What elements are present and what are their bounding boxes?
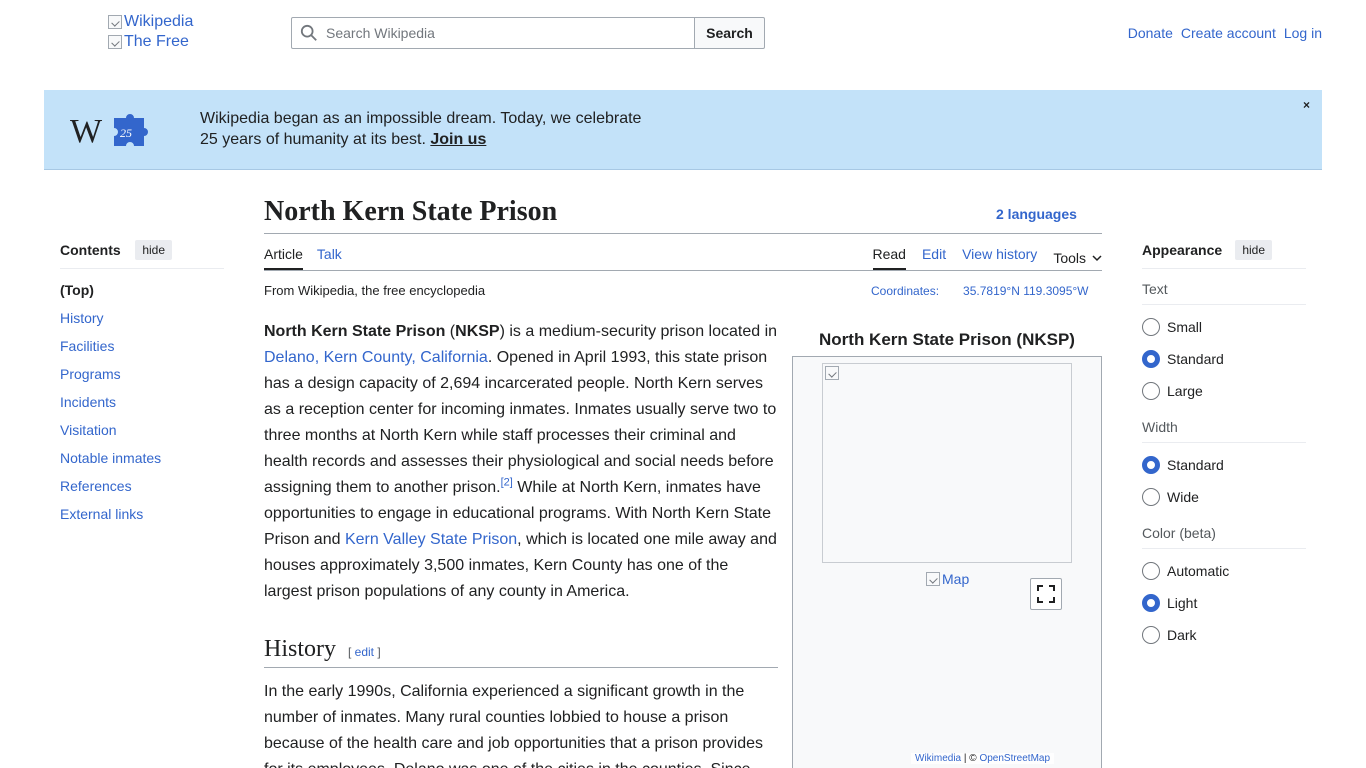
radio-selected-icon[interactable] bbox=[1142, 350, 1160, 368]
appearance-option[interactable]: Dark bbox=[1142, 619, 1306, 651]
appearance-option[interactable]: Small bbox=[1142, 311, 1306, 343]
appearance-option-label: Wide bbox=[1167, 489, 1199, 505]
appearance-option-label: Dark bbox=[1167, 627, 1197, 643]
broken-image-icon bbox=[108, 15, 122, 29]
broken-image-icon bbox=[825, 366, 839, 380]
appearance-groups: Text Small Standard Large Width Standard Wide C… bbox=[1142, 269, 1306, 651]
kern-valley-state-prison-link[interactable]: Kern Valley State Prison bbox=[345, 531, 517, 548]
tagline-alt: The Free bbox=[108, 32, 218, 52]
coordinates-label: Coordinates: bbox=[871, 284, 940, 298]
tab-edit[interactable]: Edit bbox=[922, 246, 946, 270]
appearance-option[interactable]: Wide bbox=[1142, 481, 1306, 513]
radio-icon[interactable] bbox=[1142, 626, 1160, 644]
appearance-title: Appearance bbox=[1142, 242, 1223, 258]
toc-item-programs[interactable]: Programs bbox=[60, 365, 224, 393]
namespace-tabs: Article Talk bbox=[264, 246, 342, 270]
coordinates-value[interactable]: 35.7819°N 119.3095°W bbox=[963, 284, 1088, 298]
appearance-option-label: Standard bbox=[1167, 351, 1224, 367]
appearance-hide-button[interactable]: hide bbox=[1235, 240, 1272, 260]
search-icon bbox=[300, 24, 317, 41]
infobox: Map Wikimedia | © OpenStreetMap bbox=[792, 356, 1102, 768]
toc-item-visitation[interactable]: Visitation bbox=[60, 421, 224, 449]
map-attribution: Wikimedia | © OpenStreetMap bbox=[911, 753, 1055, 764]
toc-item-external-links[interactable]: External links bbox=[60, 505, 224, 533]
broken-image-icon bbox=[108, 35, 122, 49]
create-account-link[interactable]: Create account bbox=[1181, 25, 1276, 41]
appearance-panel: Appearance hide Text Small Standard Large Wi… bbox=[1142, 240, 1306, 651]
tabs-divider bbox=[264, 270, 1102, 271]
radio-selected-icon[interactable] bbox=[1142, 594, 1160, 612]
svg-text:25: 25 bbox=[120, 126, 132, 140]
appearance-option-label: Automatic bbox=[1167, 563, 1230, 579]
radio-icon[interactable] bbox=[1142, 318, 1160, 336]
history-paragraph: In the early 1990s, California experienc… bbox=[264, 683, 763, 768]
chevron-down-icon bbox=[1092, 255, 1102, 262]
infobox-map[interactable]: Map bbox=[926, 571, 969, 587]
appearance-option-label: Small bbox=[1167, 319, 1203, 335]
languages-button[interactable]: 2 languages bbox=[996, 206, 1077, 222]
broken-image-icon bbox=[926, 572, 940, 586]
history-edit-link[interactable]: edit bbox=[355, 645, 374, 659]
appearance-group-label: Width bbox=[1142, 407, 1306, 443]
banner-message: Wikipedia began as an impossible dream. … bbox=[200, 110, 642, 148]
appearance-option[interactable]: Standard bbox=[1142, 343, 1306, 375]
lead-paragraph: North Kern State Prison (NKSP) is a medi… bbox=[264, 323, 778, 600]
search-field[interactable] bbox=[291, 17, 695, 49]
radio-icon[interactable] bbox=[1142, 488, 1160, 506]
wikipedia-25-logo-icon: W 25 bbox=[70, 113, 148, 150]
user-links: Donate Create account Log in bbox=[1128, 25, 1322, 41]
toc-item-facilities[interactable]: Facilities bbox=[60, 337, 224, 365]
tab-article[interactable]: Article bbox=[264, 246, 303, 270]
openstreetmap-link[interactable]: OpenStreetMap bbox=[979, 753, 1050, 764]
svg-text:W: W bbox=[70, 113, 103, 150]
wikimedia-link[interactable]: Wikimedia bbox=[915, 753, 961, 764]
toc-item-references[interactable]: References bbox=[60, 477, 224, 505]
search-input[interactable] bbox=[326, 25, 694, 41]
view-tabs: Read Edit View history Tools bbox=[872, 246, 1103, 270]
join-us-link[interactable]: Join us bbox=[430, 131, 486, 148]
search-button[interactable]: Search bbox=[694, 17, 765, 49]
appearance-group-label: Text bbox=[1142, 269, 1306, 305]
wikipedia-logo[interactable]: Wikipedia The Free bbox=[108, 12, 218, 54]
coordinates[interactable]: Coordinates: 35.7819°N 119.3095°W bbox=[871, 284, 1089, 298]
radio-icon[interactable] bbox=[1142, 382, 1160, 400]
appearance-option[interactable]: Large bbox=[1142, 375, 1306, 407]
site-subtitle: From Wikipedia, the free encyclopedia bbox=[264, 283, 486, 298]
fullscreen-button[interactable] bbox=[1030, 578, 1062, 610]
appearance-option-label: Light bbox=[1167, 595, 1198, 611]
appearance-option[interactable]: Light bbox=[1142, 587, 1306, 619]
tab-read[interactable]: Read bbox=[872, 246, 906, 270]
radio-icon[interactable] bbox=[1142, 562, 1160, 580]
toc-item-incidents[interactable]: Incidents bbox=[60, 393, 224, 421]
title-divider bbox=[264, 233, 1102, 234]
login-link[interactable]: Log in bbox=[1284, 25, 1322, 41]
appearance-option[interactable]: Automatic bbox=[1142, 555, 1306, 587]
appearance-group-label: Color (beta) bbox=[1142, 513, 1306, 549]
close-banner-icon[interactable]: × bbox=[1303, 98, 1310, 112]
reference-2-link[interactable]: [2] bbox=[501, 477, 513, 489]
tools-menu[interactable]: Tools bbox=[1053, 246, 1102, 270]
radio-selected-icon[interactable] bbox=[1142, 456, 1160, 474]
appearance-option-label: Large bbox=[1167, 383, 1203, 399]
logo-alt: Wikipedia bbox=[108, 12, 218, 32]
appearance-option[interactable]: Standard bbox=[1142, 449, 1306, 481]
history-heading: History [ edit ] bbox=[264, 636, 778, 668]
table-of-contents: Contents hide (Top) History Facilities P… bbox=[60, 240, 224, 533]
toc-item-history[interactable]: History bbox=[60, 309, 224, 337]
fundraising-banner: W 25 Wikipedia began as an impossible dr… bbox=[44, 90, 1322, 170]
appearance-option-label: Standard bbox=[1167, 457, 1224, 473]
infobox-caption: North Kern State Prison (NKSP) bbox=[819, 330, 1075, 349]
toc-item-top[interactable]: (Top) bbox=[60, 281, 224, 309]
tab-view-history[interactable]: View history bbox=[962, 246, 1037, 270]
toc-item-notable-inmates[interactable]: Notable inmates bbox=[60, 449, 224, 477]
toc-hide-button[interactable]: hide bbox=[135, 240, 172, 260]
history-edit: [ edit ] bbox=[348, 645, 381, 659]
toc-title: Contents bbox=[60, 242, 121, 258]
fullscreen-icon bbox=[1037, 585, 1055, 603]
delano-link[interactable]: Delano, Kern County, California bbox=[264, 349, 488, 366]
donate-link[interactable]: Donate bbox=[1128, 25, 1173, 41]
tab-talk[interactable]: Talk bbox=[317, 246, 342, 270]
infobox-image[interactable] bbox=[822, 363, 1072, 563]
page-title: North Kern State Prison bbox=[264, 196, 558, 227]
